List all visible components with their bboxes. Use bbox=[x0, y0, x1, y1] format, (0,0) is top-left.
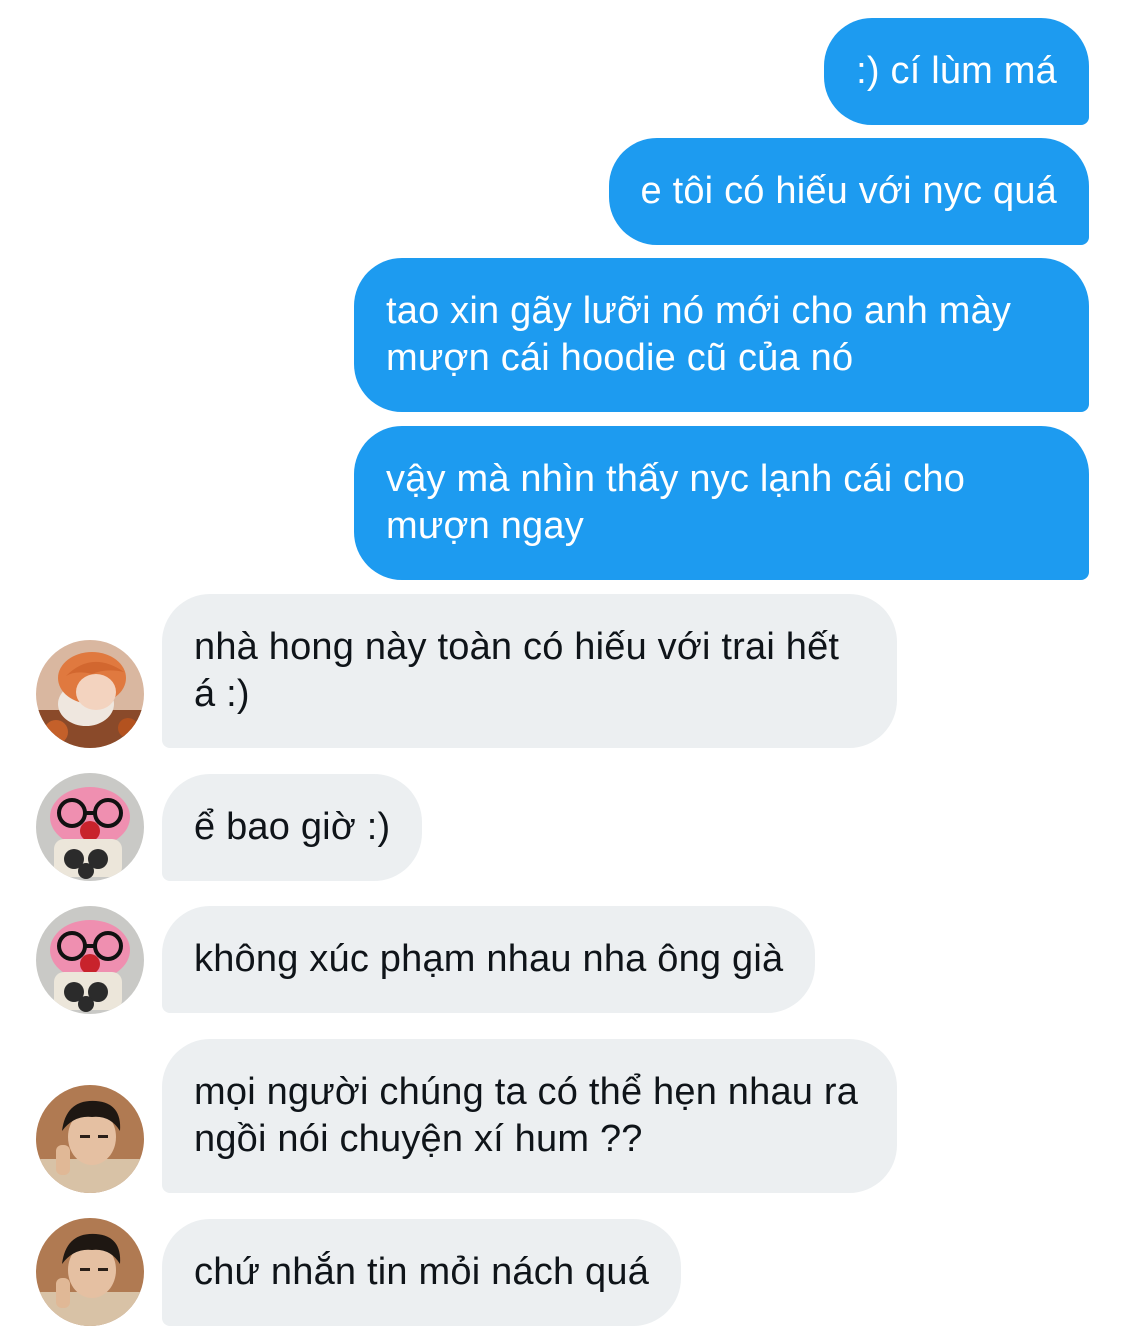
dark-hair-person-avatar[interactable] bbox=[36, 1085, 144, 1193]
dark-hair-person-avatar[interactable] bbox=[36, 1218, 144, 1326]
orange-hair-person-avatar[interactable] bbox=[36, 640, 144, 748]
outgoing-message[interactable]: tao xin gãy lưỡi nó mới cho anh mày mượn… bbox=[354, 258, 1089, 412]
pink-plush-glasses-avatar[interactable] bbox=[36, 773, 144, 881]
outgoing-message[interactable]: e tôi có hiếu với nyc quá bbox=[608, 138, 1089, 245]
incoming-message[interactable]: nhà hong này toàn có hiếu với trai hết á… bbox=[162, 594, 897, 748]
pink-plush-glasses-avatar-image bbox=[36, 773, 144, 881]
pink-plush-glasses-avatar[interactable] bbox=[36, 906, 144, 1014]
orange-hair-person-avatar-image bbox=[36, 640, 144, 748]
outgoing-message[interactable]: vậy mà nhìn thấy nyc lạnh cái cho mượn n… bbox=[354, 426, 1089, 580]
incoming-message[interactable]: chứ nhắn tin mỏi nách quá bbox=[162, 1219, 682, 1326]
incoming-message[interactable]: ể bao giờ :) bbox=[162, 774, 423, 881]
dark-hair-person-avatar-image bbox=[36, 1218, 144, 1326]
outgoing-message[interactable]: :) cí lùm má bbox=[824, 18, 1089, 125]
pink-plush-glasses-avatar-image bbox=[36, 906, 144, 1014]
incoming-message[interactable]: không xúc phạm nhau nha ông già bbox=[162, 906, 816, 1013]
dm-conversation: :) cí lùm má e tôi có hiếu với nyc quá t… bbox=[0, 0, 1125, 1340]
dark-hair-person-avatar-image bbox=[36, 1085, 144, 1193]
incoming-message[interactable]: mọi người chúng ta có thể hẹn nhau ra ng… bbox=[162, 1039, 897, 1193]
